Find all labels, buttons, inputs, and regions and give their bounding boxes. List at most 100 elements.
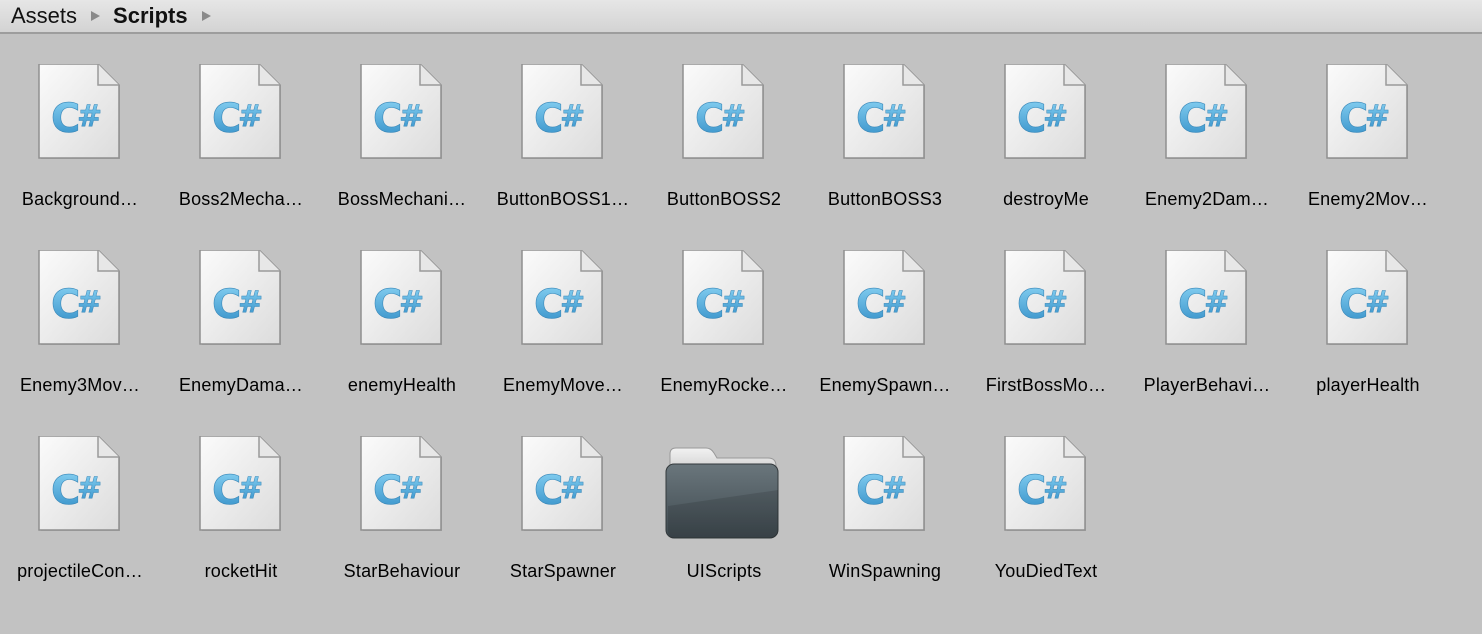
asset-label: FirstBossMo… — [985, 375, 1107, 395]
folder-item[interactable]: UIScripts — [644, 408, 804, 581]
csharp-script-icon: C # — [966, 64, 1126, 160]
csharp-script-icon: C # — [483, 436, 643, 532]
csharp-script-icon: C # — [1288, 64, 1448, 160]
csharp-script-icon: C # — [805, 250, 965, 346]
script-item[interactable]: C # Enemy2Dam… — [1127, 36, 1287, 209]
csharp-script-icon: C # — [644, 250, 804, 346]
svg-text:C: C — [695, 96, 724, 142]
asset-label: EnemySpawn… — [819, 375, 951, 395]
svg-text:C: C — [695, 282, 724, 328]
breadcrumb: Assets Scripts — [0, 0, 1482, 34]
svg-text:#: # — [882, 99, 907, 134]
script-item[interactable]: C # StarBehaviour — [322, 408, 482, 581]
script-item[interactable]: C # Enemy3Mov… — [0, 222, 160, 395]
asset-label: playerHealth — [1316, 375, 1420, 395]
asset-label: ButtonBOSS1… — [496, 189, 630, 209]
svg-text:#: # — [77, 471, 102, 506]
svg-text:C: C — [51, 96, 80, 142]
asset-label: ButtonBOSS2 — [666, 189, 782, 209]
svg-text:#: # — [399, 99, 424, 134]
svg-text:#: # — [77, 99, 102, 134]
svg-text:#: # — [1204, 285, 1229, 320]
csharp-script-icon: C # — [1127, 250, 1287, 346]
csharp-script-icon: C # — [483, 250, 643, 346]
svg-text:#: # — [721, 99, 746, 134]
script-item[interactable]: C # EnemyMove… — [483, 222, 643, 395]
script-item[interactable]: C # rocketHit — [161, 408, 321, 581]
asset-label: BossMechani… — [337, 189, 467, 209]
script-item[interactable]: C # Boss2Mecha… — [161, 36, 321, 209]
svg-text:C: C — [212, 96, 241, 142]
script-item[interactable]: C # FirstBossMo… — [966, 222, 1126, 395]
csharp-script-icon: C # — [322, 250, 482, 346]
script-item[interactable]: C # Enemy2Mov… — [1288, 36, 1448, 209]
asset-label: Enemy2Dam… — [1144, 189, 1270, 209]
csharp-script-icon: C # — [161, 250, 321, 346]
folder-icon — [644, 436, 804, 539]
asset-label: StarSpawner — [509, 561, 617, 581]
svg-text:#: # — [238, 471, 263, 506]
svg-text:C: C — [1178, 282, 1207, 328]
csharp-script-icon: C # — [805, 64, 965, 160]
script-item[interactable]: C # BossMechani… — [322, 36, 482, 209]
svg-text:C: C — [51, 468, 80, 514]
script-item[interactable]: C # EnemySpawn… — [805, 222, 965, 395]
svg-text:#: # — [560, 471, 585, 506]
csharp-script-icon: C # — [161, 436, 321, 532]
svg-text:C: C — [212, 468, 241, 514]
script-item[interactable]: C # EnemyDama… — [161, 222, 321, 395]
svg-text:C: C — [212, 282, 241, 328]
breadcrumb-arrow-icon — [91, 11, 101, 21]
svg-text:C: C — [856, 282, 885, 328]
script-item[interactable]: C # StarSpawner — [483, 408, 643, 581]
asset-label: PlayerBehavi… — [1143, 375, 1271, 395]
script-item[interactable]: C # ButtonBOSS1… — [483, 36, 643, 209]
script-item[interactable]: C # projectileCon… — [0, 408, 160, 581]
script-item[interactable]: C # PlayerBehavi… — [1127, 222, 1287, 395]
svg-text:C: C — [534, 282, 563, 328]
svg-text:#: # — [560, 285, 585, 320]
csharp-script-icon: C # — [966, 250, 1126, 346]
script-item[interactable]: C # ButtonBOSS2 — [644, 36, 804, 209]
asset-label: StarBehaviour — [343, 561, 461, 581]
svg-text:C: C — [1017, 282, 1046, 328]
asset-label: Background… — [21, 189, 139, 209]
csharp-script-icon: C # — [644, 64, 804, 160]
svg-text:#: # — [882, 285, 907, 320]
asset-label: destroyMe — [1003, 189, 1089, 209]
svg-text:#: # — [1365, 285, 1390, 320]
svg-text:C: C — [856, 468, 885, 514]
script-item[interactable]: C # EnemyRocke… — [644, 222, 804, 395]
csharp-script-icon: C # — [1288, 250, 1448, 346]
svg-text:C: C — [1017, 468, 1046, 514]
breadcrumb-assets[interactable]: Assets — [11, 3, 77, 29]
script-item[interactable]: C # Background… — [0, 36, 160, 209]
script-item[interactable]: C # ButtonBOSS3 — [805, 36, 965, 209]
svg-text:#: # — [560, 99, 585, 134]
csharp-script-icon: C # — [0, 250, 160, 346]
script-item[interactable]: C # YouDiedText — [966, 408, 1126, 581]
asset-label: YouDiedText — [994, 561, 1098, 581]
asset-label: EnemyRocke… — [660, 375, 788, 395]
svg-text:C: C — [1178, 96, 1207, 142]
script-item[interactable]: C # WinSpawning — [805, 408, 965, 581]
script-item[interactable]: C # playerHealth — [1288, 222, 1448, 395]
csharp-script-icon: C # — [805, 436, 965, 532]
svg-text:C: C — [856, 96, 885, 142]
svg-text:C: C — [51, 282, 80, 328]
csharp-script-icon: C # — [0, 436, 160, 532]
svg-text:#: # — [1043, 99, 1068, 134]
asset-label: Enemy2Mov… — [1307, 189, 1429, 209]
asset-label: Enemy3Mov… — [19, 375, 141, 395]
asset-label: enemyHealth — [347, 375, 457, 395]
svg-text:#: # — [238, 99, 263, 134]
svg-text:#: # — [1204, 99, 1229, 134]
asset-label: projectileCon… — [17, 561, 143, 581]
csharp-script-icon: C # — [161, 64, 321, 160]
breadcrumb-scripts[interactable]: Scripts — [113, 3, 188, 29]
script-item[interactable]: C # destroyMe — [966, 36, 1126, 209]
script-item[interactable]: C # enemyHealth — [322, 222, 482, 395]
asset-label: EnemyMove… — [502, 375, 624, 395]
breadcrumb-arrow-icon[interactable] — [201, 11, 211, 21]
svg-text:#: # — [1043, 471, 1068, 506]
